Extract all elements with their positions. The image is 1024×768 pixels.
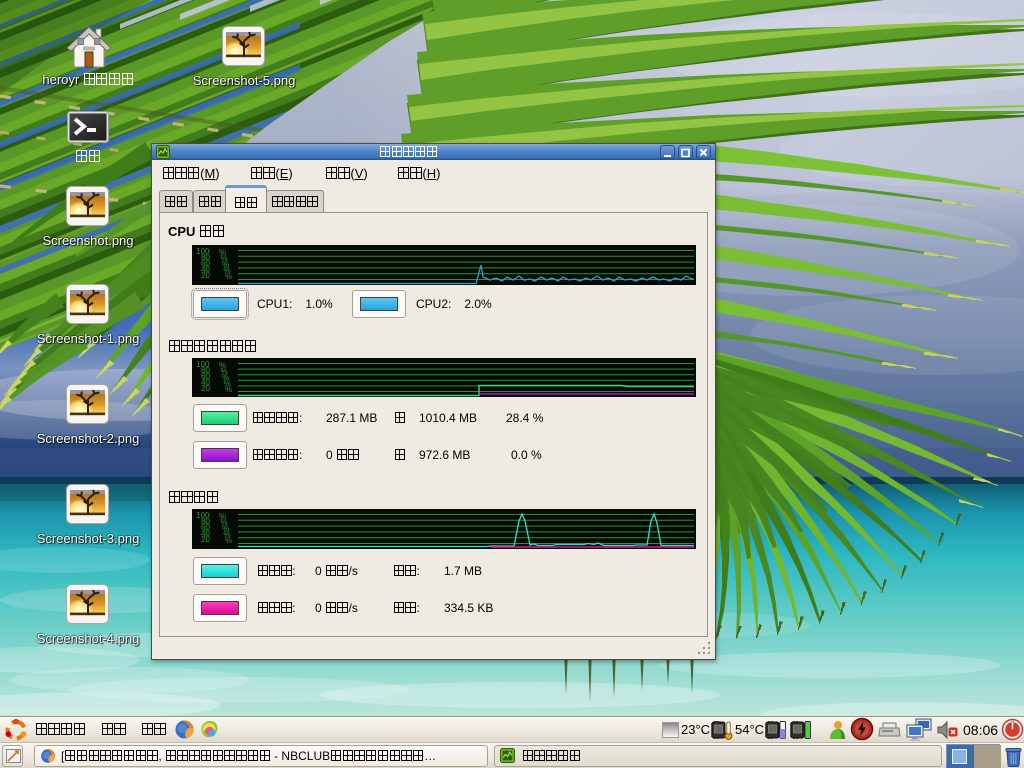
- svg-text:%: %: [225, 536, 232, 545]
- svg-text:%: %: [225, 272, 232, 281]
- svg-text:20: 20: [201, 271, 210, 280]
- svg-text:20: 20: [201, 535, 210, 544]
- svg-text:20: 20: [201, 384, 210, 393]
- svg-text:%: %: [225, 385, 232, 394]
